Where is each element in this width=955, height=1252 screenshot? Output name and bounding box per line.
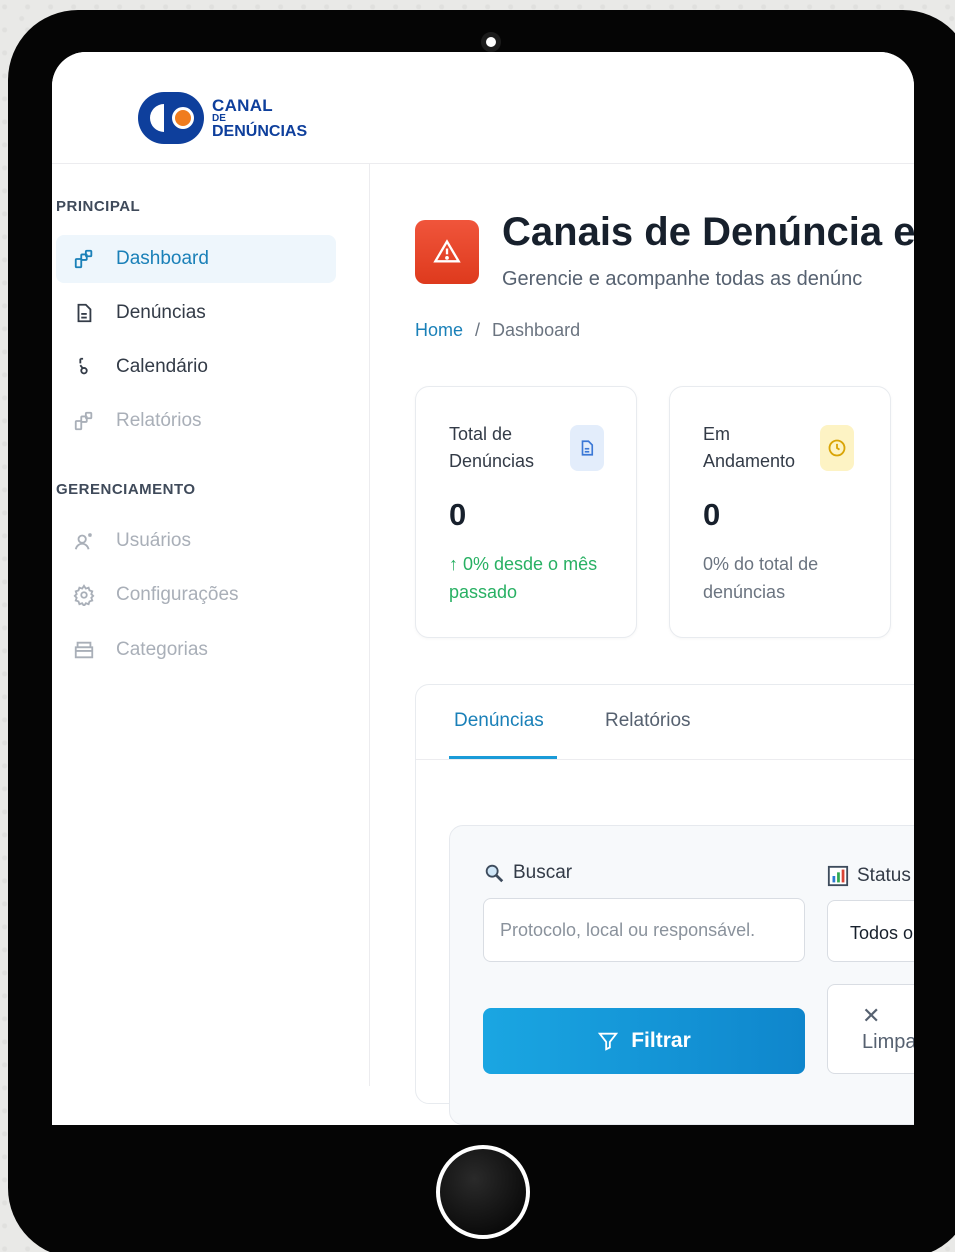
- gear-icon: [72, 583, 96, 607]
- home-button[interactable]: [436, 1145, 530, 1239]
- funnel-icon: [597, 1030, 619, 1052]
- main-content: Canais de Denúncia e Gerencie e acompanh…: [371, 164, 914, 1125]
- sidebar-item-label: Usuários: [116, 530, 191, 551]
- sidebar-item-categorias[interactable]: Categorias: [56, 626, 336, 674]
- sidebar-item-calendario[interactable]: Calendário: [56, 343, 336, 391]
- breadcrumb-current: Dashboard: [492, 320, 581, 340]
- sidebar: PRINCIPAL Dashboard Denúncias Calendário…: [52, 164, 370, 1086]
- status-label: Status: [827, 865, 911, 887]
- card-label: Em Andamento: [703, 424, 796, 471]
- logo-text: CANAL DE DENÚNCIAS: [212, 97, 307, 140]
- stat-card-total: Total de Denúncias 0 ↑ 0% desde o mês pa…: [415, 386, 637, 638]
- alert-icon: [415, 220, 479, 284]
- logo-mark-icon: [138, 90, 210, 146]
- card-note: ↑ 0% desde o mês passado: [449, 554, 598, 602]
- sidebar-item-label: Denúncias: [116, 302, 206, 323]
- search-input[interactable]: [483, 898, 805, 962]
- card-note: 0% do total de denúncias: [703, 554, 819, 602]
- bar-chart-icon: [827, 865, 849, 887]
- sidebar-item-usuarios[interactable]: Usuários: [56, 517, 336, 565]
- logo[interactable]: CANAL DE DENÚNCIAS: [138, 90, 307, 146]
- search-label-text: Buscar: [513, 862, 573, 883]
- sidebar-item-label: Configurações: [116, 584, 239, 605]
- logo-line-1: CANAL: [212, 95, 273, 115]
- sidebar-item-denuncias[interactable]: Denúncias: [56, 289, 336, 337]
- tab-denuncias[interactable]: Denúncias: [454, 710, 544, 732]
- logo-line-3: DENÚNCIAS: [212, 122, 308, 140]
- sidebar-item-label: Categorias: [116, 639, 208, 660]
- card-value: 0: [703, 497, 721, 532]
- sidebar-item-relatorios[interactable]: Relatórios: [56, 397, 336, 445]
- search-label: Buscar: [483, 862, 572, 884]
- clear-button-label: Limpa: [862, 1031, 914, 1053]
- tabs-card: Denúncias Relatórios Buscar Status: [415, 684, 914, 1125]
- section-title-principal: PRINCIPAL: [56, 198, 141, 215]
- logo-line-2: DE: [212, 112, 226, 124]
- breadcrumb: Home / Dashboard: [415, 320, 580, 341]
- filter-button-label: Filtrar: [631, 1029, 691, 1052]
- users-icon: [72, 529, 96, 553]
- sidebar-item-dashboard[interactable]: Dashboard: [56, 235, 336, 283]
- document-icon: [570, 425, 604, 471]
- sidebar-item-label: Relatórios: [116, 410, 202, 431]
- folder-icon: [72, 638, 96, 662]
- calendar-icon: [72, 355, 96, 379]
- card-label: Total de Denúncias: [449, 424, 535, 471]
- sidebar-item-label: Dashboard: [116, 248, 209, 269]
- tab-bar: Denúncias Relatórios: [416, 685, 914, 760]
- dashboard-icon: [72, 247, 96, 271]
- magnifier-icon: [483, 862, 505, 884]
- filter-panel: Buscar Status Todos o Filtrar: [449, 825, 914, 1125]
- page-subtitle: Gerencie e acompanhe todas as denúnc: [502, 268, 863, 290]
- camera-icon: [481, 32, 501, 52]
- close-icon: ✕: [862, 1003, 881, 1028]
- stat-card-em-andamento: Em Andamento 0 0% do total de denúncias: [669, 386, 891, 638]
- active-tab-indicator: [449, 756, 557, 759]
- reports-icon: [72, 409, 96, 433]
- sidebar-item-label: Calendário: [116, 356, 208, 377]
- status-label-text: Status: [857, 865, 911, 886]
- filter-button[interactable]: Filtrar: [483, 1008, 805, 1074]
- topbar: CANAL DE DENÚNCIAS: [52, 52, 914, 164]
- breadcrumb-separator: /: [475, 320, 481, 340]
- status-select[interactable]: Todos o: [827, 900, 914, 962]
- clock-icon: [820, 425, 854, 471]
- document-icon: [72, 301, 96, 325]
- section-title-gerenciamento: GERENCIAMENTO: [56, 481, 196, 498]
- breadcrumb-home[interactable]: Home: [415, 320, 463, 340]
- screen: CANAL DE DENÚNCIAS PRINCIPAL Dashboard D…: [52, 52, 914, 1125]
- card-value: 0: [449, 497, 467, 532]
- page-title: Canais de Denúncia e: [502, 210, 914, 254]
- clear-button[interactable]: ✕ Limpa: [827, 984, 914, 1074]
- sidebar-item-configuracoes[interactable]: Configurações: [56, 571, 336, 619]
- tab-relatorios[interactable]: Relatórios: [605, 710, 691, 732]
